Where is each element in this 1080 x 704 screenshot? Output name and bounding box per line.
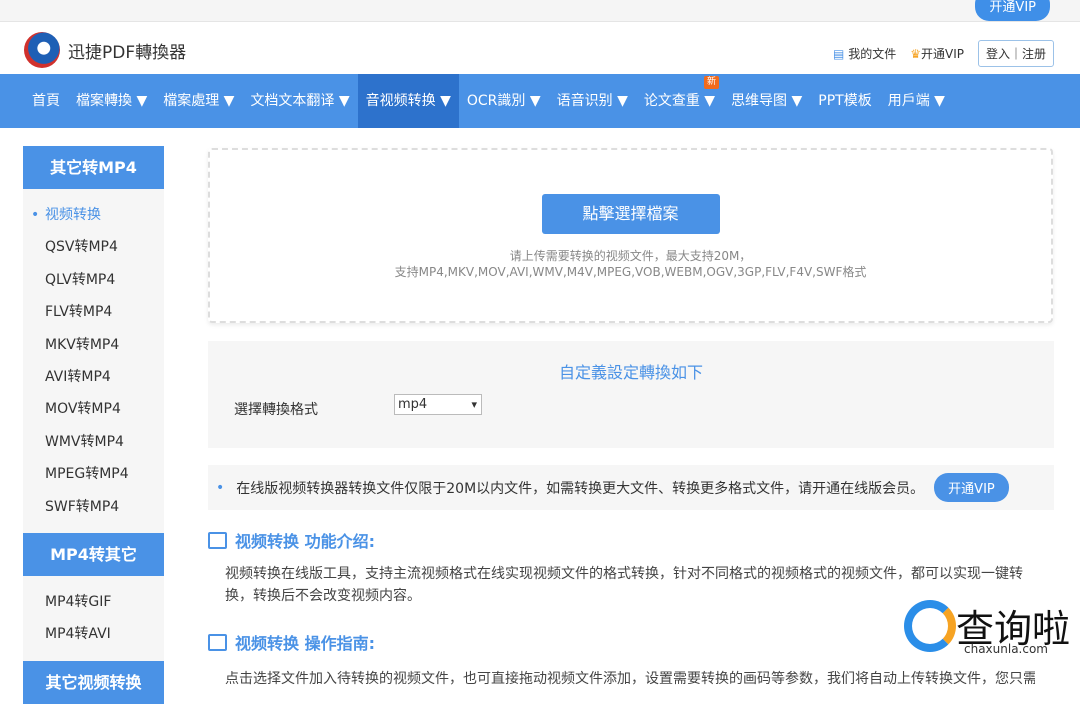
nav-mindmap[interactable]: 思维导图 ▼ [723,74,810,128]
sidebar-group-header: 其它视频转换 [23,660,164,704]
sidebar-item[interactable]: MP4转AVI [23,618,164,651]
my-files-link[interactable]: ▤ 我的文件 [833,45,896,62]
notice-bar: • 在线版视频转换器转换文件仅限于20M以内文件，如需转换更大文件、转换更多格式… [208,465,1054,510]
settings-panel: 自定義設定轉換如下 選擇轉換格式 mp4 [208,341,1054,448]
sidebar-item[interactable]: FLV转MP4 [23,296,164,329]
my-files-label: 我的文件 [848,47,897,61]
clipboard-icon [208,633,227,651]
watermark-url: chaxunla.com [964,642,1048,656]
crown-icon: ♛ [910,47,921,61]
intro-title: 视频转换 功能介绍: [235,532,375,551]
upload-dropzone[interactable]: 點擊選擇檔案 请上传需要转换的视频文件，最大支持20M， 支持MP4,MKV,M… [208,148,1053,323]
sidebar-group-header: 其它转MP4 [23,146,164,189]
nav-av-convert[interactable]: 音视频转换 ▼ [357,74,459,128]
nav-plagiarism-label: 论文查重 ▼ [643,93,716,109]
nav-translate[interactable]: 文档文本翻译 ▼ [242,74,357,128]
watermark-q-icon [903,599,956,652]
intro-heading: 视频转换 功能介绍: [208,528,375,552]
notice-text: 在线版视频转换器转换文件仅限于20M以内文件，如需转换更大文件、转换更多格式文件… [236,480,925,497]
header: 迅捷PDF轉換器 ▤ 我的文件 ♛开通VIP 登入｜注册 [0,22,1080,74]
new-badge: 新 [704,76,720,89]
nav-plagiarism[interactable]: 论文查重 ▼ 新 [636,74,723,128]
settings-title: 自定義設定轉換如下 [558,363,703,382]
format-label: 選擇轉換格式 [234,402,318,418]
sidebar-item[interactable]: WMV转MP4 [23,425,164,459]
sidebar-item[interactable]: MPEG转MP4 [23,458,164,491]
sidebar-item[interactable]: 视频转换 [23,199,164,232]
top-banner: 开通VIP [0,0,1080,22]
logo[interactable]: 迅捷PDF轉換器 [24,32,186,68]
open-vip-link[interactable]: ♛开通VIP [910,45,964,62]
sidebar-group-header: MP4转其它 [23,532,164,576]
sidebar-item[interactable]: QLV转MP4 [23,263,164,297]
nav-home[interactable]: 首頁 [24,74,68,128]
logo-text: 迅捷PDF轉換器 [68,42,187,63]
nav-ocr[interactable]: OCR識別 ▼ [459,74,549,128]
open-vip-label: 开通VIP [920,47,964,61]
guide-heading: 视频转换 操作指南: [208,630,375,654]
guide-text: 点击选择文件加入待转换的视频文件，也可直接拖动视频文件添加，设置需要转换的画码等… [225,671,1035,687]
login-register-button[interactable]: 登入｜注册 [977,40,1054,67]
notice-vip-button[interactable]: 开通VIP [934,473,1009,502]
guide-title: 视频转换 操作指南: [235,634,375,653]
sidebar-item[interactable]: QSV转MP4 [23,231,164,264]
upload-hint: 请上传需要转换的视频文件，最大支持20M， [509,249,752,263]
file-icon: ▤ [833,47,845,61]
banner-vip-button[interactable]: 开通VIP [975,0,1050,21]
nav-file-process[interactable]: 檔案處理 ▼ [155,74,242,128]
sidebar-item[interactable]: SWF转MP4 [23,490,164,523]
nav-client[interactable]: 用戶端 ▼ [880,74,953,128]
bullet-icon: • [216,479,225,496]
sidebar: 其它转MP4 视频转换 QSV转MP4 QLV转MP4 FLV转MP4 MKV转… [23,146,164,704]
upload-formats: 支持MP4,MKV,MOV,AVI,WMV,M4V,MPEG,VOB,WEBM,… [394,265,867,279]
document-icon [208,531,227,549]
format-select[interactable]: mp4 [394,394,482,415]
watermark: 查询啦 chaxunla.com [903,598,1070,656]
nav-file-convert[interactable]: 檔案轉換 ▼ [68,74,155,128]
main-nav: 首頁 檔案轉換 ▼ 檔案處理 ▼ 文档文本翻译 ▼ 音视频转换 ▼ OCR識別 … [0,74,1080,128]
nav-ppt[interactable]: PPT模板 [810,74,879,128]
sidebar-item[interactable]: MP4转GIF [23,585,164,619]
sidebar-item[interactable]: MOV转MP4 [23,393,164,426]
choose-file-button[interactable]: 點擊選擇檔案 [541,194,720,234]
nav-speech[interactable]: 语音识别 ▼ [549,74,636,128]
sidebar-item[interactable]: AVI转MP4 [23,360,164,394]
logo-icon [24,32,60,68]
sidebar-item[interactable]: MKV转MP4 [23,328,164,361]
